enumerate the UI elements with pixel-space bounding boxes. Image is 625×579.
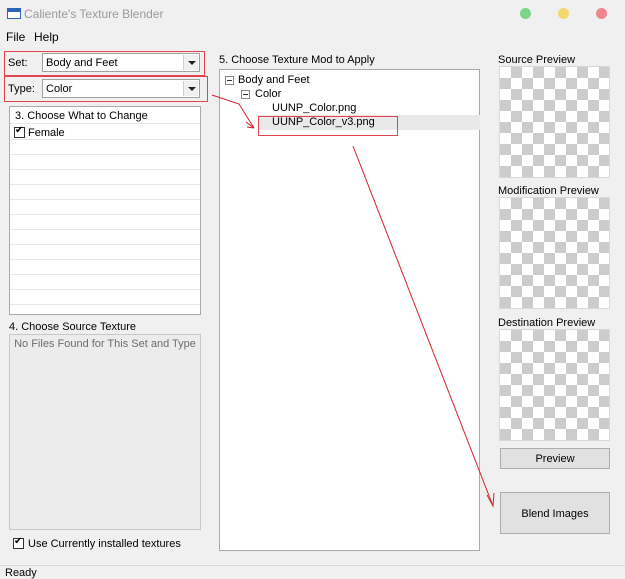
mods-tree[interactable]: Body and Feet Color UUNP_Color.png UUNP_… xyxy=(219,69,480,551)
mods-header: 5. Choose Texture Mod to Apply xyxy=(219,54,375,66)
blend-images-button[interactable]: Blend Images xyxy=(500,492,610,534)
type-dropdown-value: Color xyxy=(46,83,73,95)
source-preview-label: Source Preview xyxy=(498,54,576,66)
type-label: Type: xyxy=(8,83,35,95)
set-dropdown-value: Body and Feet xyxy=(46,57,118,69)
preview-button[interactable]: Preview xyxy=(500,448,610,469)
female-checkbox[interactable] xyxy=(14,125,25,138)
destination-preview-image xyxy=(499,329,610,441)
menu-file[interactable]: File xyxy=(6,30,25,44)
tree-node-body-and-feet[interactable]: Body and Feet xyxy=(238,74,310,86)
chevron-down-icon[interactable] xyxy=(183,81,198,96)
chevron-down-icon[interactable] xyxy=(183,55,198,70)
minimize-button[interactable] xyxy=(558,8,569,19)
modification-preview-image xyxy=(499,197,610,309)
status-bar: Ready xyxy=(0,565,625,579)
set-dropdown[interactable]: Body and Feet xyxy=(42,53,200,72)
modification-preview-label: Modification Preview xyxy=(498,185,599,197)
set-label: Set: xyxy=(8,57,28,69)
use-installed-checkbox[interactable] xyxy=(13,536,24,549)
destination-preview-label: Destination Preview xyxy=(498,317,596,329)
tree-file-uunp-color[interactable]: UUNP_Color.png xyxy=(272,102,356,114)
change-list[interactable]: 3. Choose What to Change Female xyxy=(9,106,201,315)
maximize-button[interactable] xyxy=(520,8,531,19)
status-text: Ready xyxy=(5,567,37,579)
tree-node-color[interactable]: Color xyxy=(255,88,281,100)
arrow-to-blend-head xyxy=(486,492,495,508)
close-button[interactable] xyxy=(596,8,607,19)
change-list-header: 3. Choose What to Change xyxy=(15,110,148,122)
source-texture-empty-message: No Files Found for This Set and Type xyxy=(14,338,196,350)
window-title: Caliente's Texture Blender xyxy=(24,7,164,21)
app-window-icon xyxy=(7,8,21,19)
preview-button-label: Preview xyxy=(535,453,575,465)
title-bar: Caliente's Texture Blender xyxy=(0,0,625,28)
collapse-icon[interactable] xyxy=(225,76,234,85)
blend-images-button-label: Blend Images xyxy=(521,508,589,520)
female-label: Female xyxy=(28,127,65,139)
menu-help[interactable]: Help xyxy=(34,30,59,44)
source-preview-image xyxy=(499,66,610,178)
source-texture-header: 4. Choose Source Texture xyxy=(9,321,136,333)
collapse-icon[interactable] xyxy=(241,90,250,99)
selected-file-highlight-box xyxy=(258,116,398,136)
use-installed-label: Use Currently installed textures xyxy=(28,538,181,550)
type-dropdown[interactable]: Color xyxy=(42,79,200,98)
source-texture-list[interactable]: No Files Found for This Set and Type xyxy=(9,334,201,530)
